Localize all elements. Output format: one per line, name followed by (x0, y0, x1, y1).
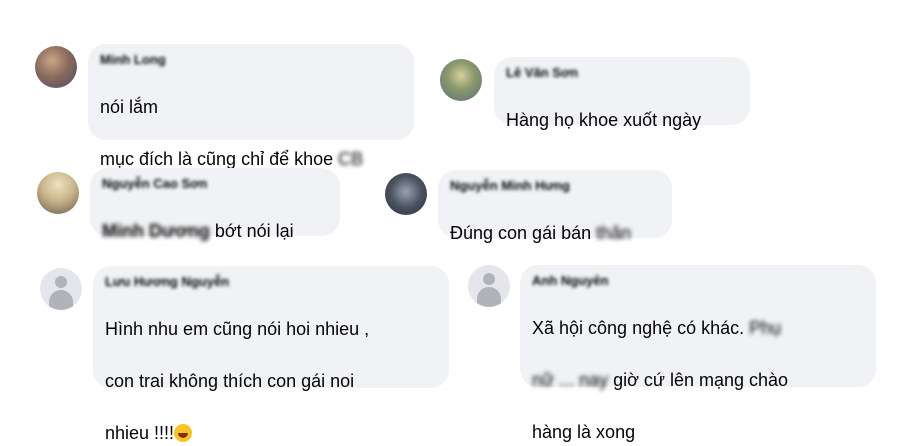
commenter-name[interactable]: Lưu Hương Nguyễn (105, 274, 437, 290)
comment-bubble: Lưu Hương Nguyễn Hình nhu em cũng nói ho… (93, 266, 449, 443)
comment-bubble: Lê Văn Sơn Hàng họ khoe xuốt ngày (494, 57, 750, 130)
comment-line: Hàng họ khoe xuốt ngày (506, 110, 702, 130)
commenter-avatar[interactable] (385, 173, 427, 215)
blurred-text: Phụ (749, 318, 782, 338)
commenter-name[interactable]: Anh Nguyên (532, 273, 864, 289)
comment-text: nói lắm mục đích là cũng chỉ để khoe CB (100, 68, 402, 172)
commenter-avatar[interactable] (440, 59, 482, 101)
comment-text: Hàng họ khoe xuốt ngày (506, 81, 738, 133)
commenter-name[interactable]: Nguyễn Minh Hưng (450, 178, 660, 194)
comment-line: mục đích là cũng chỉ để khoe (100, 149, 339, 169)
comment-bubble: Minh Long nói lắm mục đích là cũng chỉ đ… (88, 44, 414, 169)
comment-text: Đúng con gái bán thân (450, 194, 660, 246)
comment-line: Hình nhu em cũng nói hoi nhieu , (105, 319, 370, 339)
commenter-avatar[interactable] (468, 265, 510, 307)
comment-line: nói lắm (100, 97, 159, 117)
comment-line: Xã hội công nghệ có khác. (532, 318, 750, 338)
comment-text: Xã hội công nghệ có khác. Phụ nữ ... nay… (532, 289, 864, 445)
comment-line: giờ cứ lên mạng chào (608, 370, 789, 390)
comment-line: Đúng con gái bán (450, 223, 597, 243)
commenter-name[interactable]: Nguyễn Cao Sơn (102, 176, 328, 192)
blurred-text: nữ ... nay (532, 370, 609, 390)
default-avatar-body-icon (49, 290, 73, 310)
comment-line: hàng là xong (532, 422, 636, 442)
commenter-avatar[interactable] (40, 268, 82, 310)
commenter-name[interactable]: Minh Long (100, 52, 402, 68)
comment-bubble: Anh Nguyên Xã hội công nghệ có khác. Phụ… (520, 265, 876, 442)
default-avatar-body-icon (477, 287, 501, 307)
comment-line: nhieu !!!! (105, 423, 175, 443)
commenter-name[interactable]: Lê Văn Sơn (506, 65, 738, 81)
comment-text: Minh Dương bớt nói lại (102, 192, 328, 244)
blurred-text: CB (338, 149, 364, 169)
comment-text: Hình nhu em cũng nói hoi nhieu , con tra… (105, 290, 437, 446)
default-avatar-head-icon (483, 273, 495, 285)
laughing-emoji-icon (174, 424, 193, 442)
mention-link[interactable]: Minh Dương (102, 218, 210, 244)
comment-bubble: Nguyễn Minh Hưng Đúng con gái bán thân (438, 170, 672, 243)
comment-line: bớt nói lại (209, 221, 294, 241)
default-avatar-head-icon (55, 276, 67, 288)
commenter-avatar[interactable] (37, 172, 79, 214)
commenter-avatar[interactable] (35, 46, 77, 88)
blurred-text: thân (596, 223, 632, 243)
comment-bubble: Nguyễn Cao Sơn Minh Dương bớt nói lại (90, 168, 340, 241)
comment-line: con trai không thích con gái noi (105, 371, 355, 391)
